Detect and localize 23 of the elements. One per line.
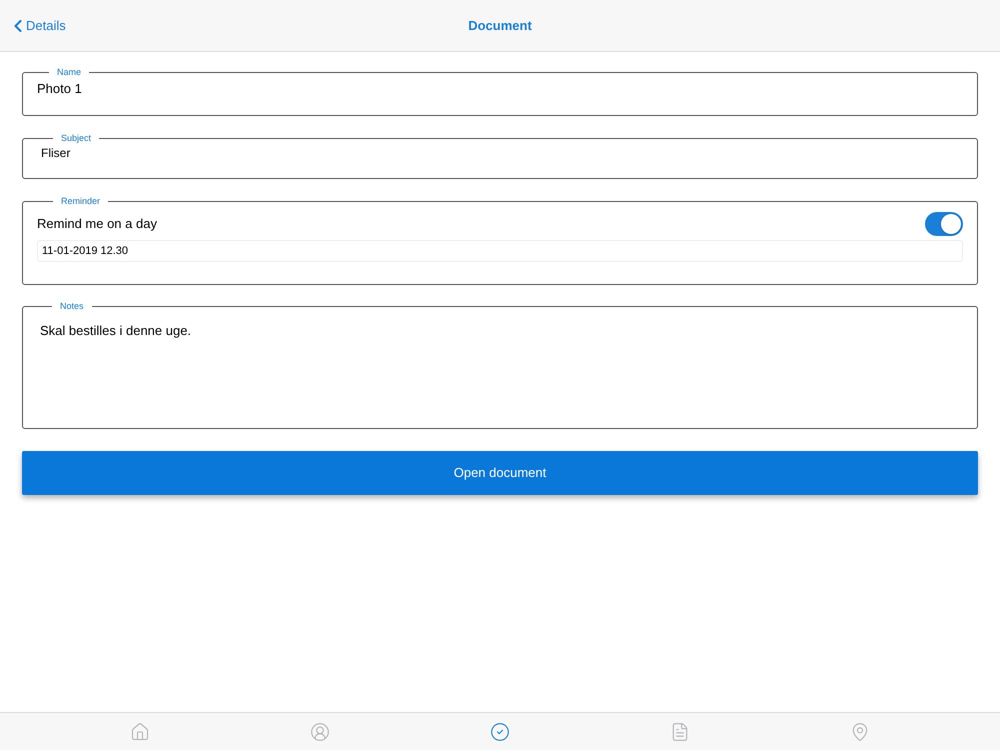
home-icon	[130, 722, 150, 742]
field-label: Reminder	[60, 197, 102, 206]
subject-field[interactable]: Subject Fliser	[22, 134, 978, 179]
document-icon	[670, 722, 690, 742]
tab-button[interactable]	[310, 722, 330, 742]
map-pin-icon	[850, 722, 870, 742]
date-field[interactable]: 11-01-2019 12.30	[37, 240, 963, 262]
name-field[interactable]: Name Photo 1	[22, 68, 978, 116]
tab-button[interactable]	[670, 722, 690, 742]
toggle-label: Remind me on a day	[37, 215, 157, 234]
check-circle-icon	[490, 722, 510, 742]
reminder-toggle[interactable]	[925, 212, 963, 236]
field-label: Subject	[60, 134, 92, 143]
notes-field[interactable]: Notes Skal bestilles i denne uge.	[22, 302, 978, 429]
field-label: Name	[56, 68, 82, 77]
person-icon	[310, 722, 330, 742]
open-document-button[interactable]: Open document	[22, 451, 978, 495]
field-label: Notes	[59, 302, 85, 311]
nav-title: Document	[468, 16, 532, 35]
tab-button[interactable]	[850, 722, 870, 742]
tab-button[interactable]	[490, 722, 510, 742]
back-button[interactable]: Details	[8, 16, 66, 36]
tab-button[interactable]	[130, 722, 150, 742]
